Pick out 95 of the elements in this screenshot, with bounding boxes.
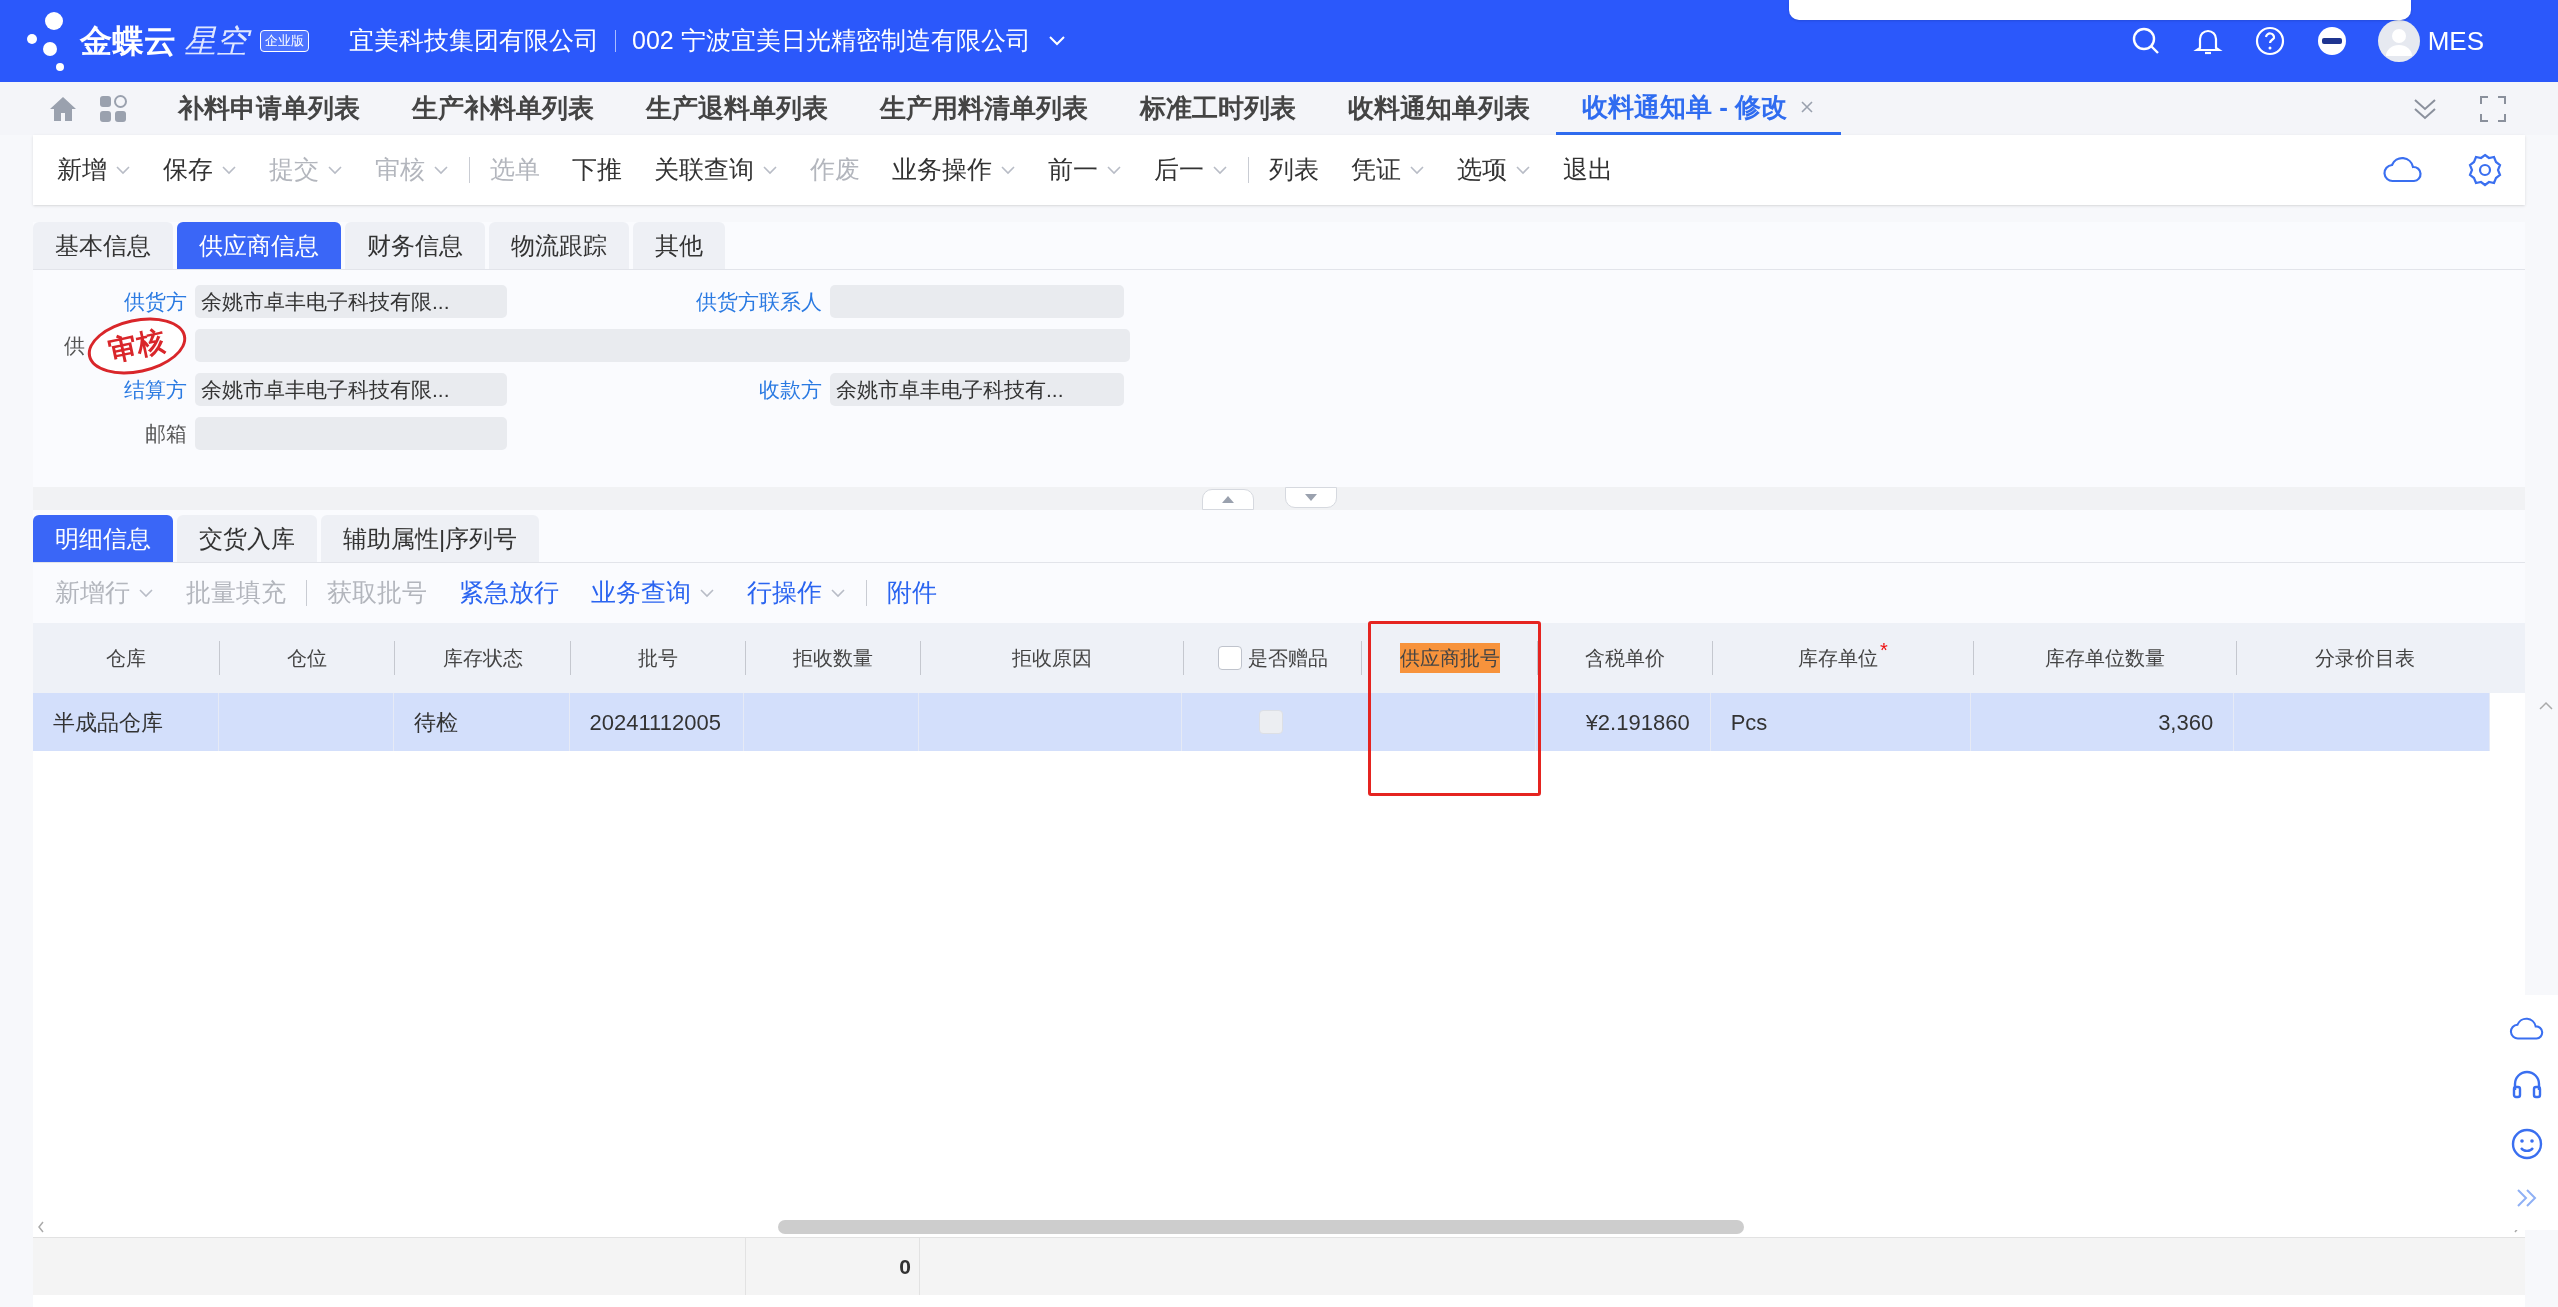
toolbar-button[interactable]: 凭证 <box>1335 148 1441 192</box>
column-header[interactable]: 库存单位数量 <box>2045 643 2165 673</box>
triangle-up-icon <box>1221 495 1235 504</box>
toolbar-button[interactable]: 行操作 <box>731 571 862 615</box>
field-label[interactable]: 供货方联系人 <box>696 285 822 318</box>
column-header[interactable]: 批号 <box>638 643 678 673</box>
collapse-down-button[interactable] <box>1285 487 1337 508</box>
column-header[interactable]: 供应商批号 <box>1399 643 1500 673</box>
caret-icon <box>115 165 131 175</box>
checkbox[interactable] <box>1217 646 1242 670</box>
column-header[interactable]: 拒收原因 <box>1012 643 1092 673</box>
toolbar-button[interactable]: 下推 <box>556 148 638 192</box>
form-tab[interactable]: 其他 <box>633 222 725 269</box>
logo-brand: 金蝶云 <box>80 22 176 61</box>
toolbar-button[interactable]: 退出 <box>1547 148 1629 192</box>
caret-icon <box>433 165 449 175</box>
toolbar-button[interactable]: 前一 <box>1032 148 1138 192</box>
scroll-left-icon[interactable] <box>37 1221 45 1233</box>
caret-icon <box>1046 35 1067 47</box>
field-label: 邮箱 <box>145 420 187 447</box>
close-icon[interactable] <box>1799 99 1816 115</box>
toolbar-button[interactable]: 列表 <box>1253 148 1335 192</box>
toolbar-button[interactable]: 业务查询 <box>575 571 731 615</box>
home-icon[interactable] <box>48 94 78 123</box>
page-tab[interactable]: 生产用料清单列表 <box>854 82 1114 135</box>
help-icon[interactable] <box>2253 25 2286 57</box>
input-field[interactable]: 余姚市卓丰电子科技有限... <box>195 373 507 406</box>
toolbar-button[interactable]: 后一 <box>1138 148 1244 192</box>
caret-icon <box>1212 165 1228 175</box>
column-header[interactable]: 分录价目表 <box>2314 643 2415 673</box>
toolbar-button[interactable]: 附件 <box>871 571 953 615</box>
input-field[interactable]: 余姚市卓丰电子科技有限... <box>195 285 507 318</box>
detail-tab[interactable]: 交货入库 <box>177 515 317 562</box>
table-cell: Pcs <box>1710 693 1972 751</box>
caret-icon <box>1000 165 1016 175</box>
input-field[interactable]: 余姚市卓丰电子科技有... <box>830 373 1124 406</box>
toolbar-button[interactable]: 新增 <box>41 148 147 192</box>
settings-icon[interactable] <box>2467 152 2503 188</box>
toolbar-button[interactable]: 业务操作 <box>876 148 1032 192</box>
caret-icon <box>221 165 237 175</box>
apps-icon[interactable] <box>98 93 128 124</box>
form-tab[interactable]: 基本信息 <box>33 222 173 269</box>
triangle-down-icon <box>1304 493 1318 502</box>
caret-icon <box>762 165 778 175</box>
caret-icon <box>1106 165 1122 175</box>
caret-icon <box>138 588 154 598</box>
column-header[interactable]: 含税单价 <box>1585 643 1665 673</box>
status-icon[interactable] <box>2315 25 2348 57</box>
form-tab[interactable]: 物流跟踪 <box>489 222 629 269</box>
field-label[interactable]: 收款方 <box>759 373 822 406</box>
toolbar-button[interactable]: 保存 <box>147 148 253 192</box>
form-tab[interactable]: 供应商信息 <box>177 222 341 269</box>
table-cell: 待检 <box>393 693 570 751</box>
column-header[interactable]: 仓库 <box>106 643 146 673</box>
table-cell: 20241112005 <box>569 693 745 751</box>
column-header[interactable]: 是否赠品 <box>1247 643 1328 673</box>
cloud-icon[interactable] <box>2509 1015 2545 1042</box>
table-cell: 3,360 <box>1971 693 2235 751</box>
toolbar-button[interactable]: 选项 <box>1441 148 1547 192</box>
organization-selector[interactable]: 002 宁波宜美日光精密制造有限公司 <box>632 22 1067 60</box>
smiley-icon[interactable] <box>2510 1127 2544 1162</box>
caret-icon <box>1515 165 1531 175</box>
table-cell: 半成品仓库 <box>33 693 219 751</box>
table-row[interactable]: 半成品仓库 待检 20241112005 ¥2.191860 Pcs 3,360 <box>33 693 2490 751</box>
caret-icon <box>699 588 715 598</box>
column-header[interactable]: 拒收数量 <box>793 643 873 673</box>
detail-tab[interactable]: 辅助属性|序列号 <box>321 515 540 562</box>
user-name: MES <box>2427 24 2484 58</box>
page-tab[interactable]: 标准工时列表 <box>1114 82 1322 135</box>
company-name: 宜美科技集团有限公司 <box>349 25 599 57</box>
page-tab[interactable]: 补料申请单列表 <box>152 82 386 135</box>
page-tab[interactable]: 生产退料单列表 <box>620 82 854 135</box>
caret-icon <box>830 588 846 598</box>
form-tab[interactable]: 财务信息 <box>345 222 485 269</box>
caret-icon <box>1409 165 1425 175</box>
toolbar-button[interactable]: 紧急放行 <box>443 571 575 615</box>
avatar-icon[interactable] <box>2377 20 2420 62</box>
edition-badge: 企业版 <box>260 30 309 52</box>
scrollbar-thumb[interactable] <box>778 1220 1744 1234</box>
page-tab[interactable]: 生产补料单列表 <box>386 82 620 135</box>
checkbox[interactable] <box>1259 710 1283 734</box>
toolbar-button[interactable]: 关联查询 <box>638 148 794 192</box>
cloud-icon[interactable] <box>2383 155 2423 185</box>
page-tab[interactable]: 收料通知单列表 <box>1322 82 1556 135</box>
column-header[interactable]: 库存状态 <box>442 643 523 673</box>
column-header[interactable]: 仓位 <box>287 643 327 673</box>
field-label: 供 <box>64 332 85 359</box>
required-mark: * <box>1880 638 1888 663</box>
fullscreen-icon[interactable] <box>2478 93 2508 124</box>
total-value: 0 <box>899 1253 911 1280</box>
collapse-up-button[interactable] <box>1202 489 1254 510</box>
scroll-up-icon[interactable] <box>2539 701 2553 711</box>
caret-icon <box>327 165 343 175</box>
detail-tab[interactable]: 明细信息 <box>33 515 173 562</box>
column-header[interactable]: 库存单位 <box>1798 643 1879 673</box>
